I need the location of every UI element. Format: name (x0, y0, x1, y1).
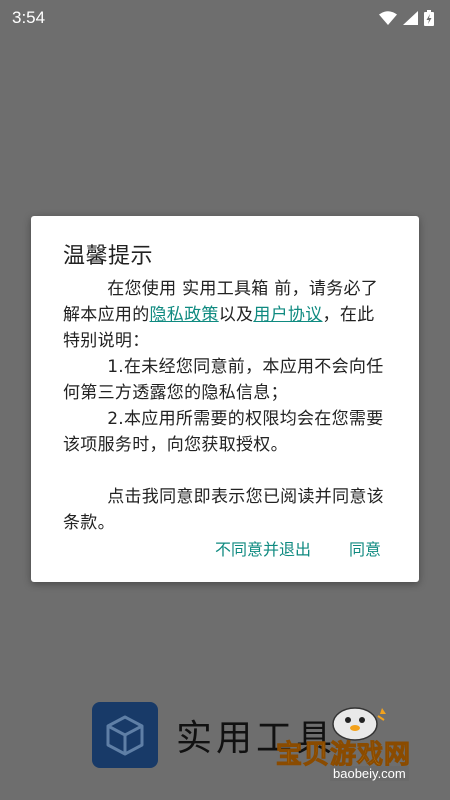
cube-icon (92, 702, 158, 768)
dialog-body: 在您使用 实用工具箱 前，请务必了解本应用的隐私政策以及用户协议，在此特别说明：… (63, 276, 387, 536)
dialog-actions: 不同意并退出 同意 (215, 536, 381, 560)
item-1: 1.在未经您同意前，本应用不会向任何第三方透露您的隐私信息； (63, 357, 384, 403)
agree-button[interactable]: 同意 (349, 536, 381, 560)
watermark-domain: baobeiy.com (330, 766, 409, 781)
battery-charging-icon (424, 10, 434, 26)
watermark: 宝贝游戏网 baobeiy.com (270, 700, 450, 800)
consent-paragraph: 点击我同意即表示您已阅读并同意该条款。 (63, 487, 384, 533)
intro-connector: 以及 (218, 305, 254, 325)
status-bar: 3:54 (0, 0, 450, 36)
wifi-icon (379, 11, 397, 25)
dialog-title: 温馨提示 (63, 244, 154, 269)
user-agreement-link[interactable]: 用户协议 (253, 305, 322, 325)
decline-exit-button[interactable]: 不同意并退出 (215, 536, 311, 560)
privacy-dialog: 温馨提示 在您使用 实用工具箱 前，请务必了解本应用的隐私政策以及用户协议，在此… (31, 216, 419, 582)
item-2: 2.本应用所需要的权限均会在您需要该项服务时，向您获取授权。 (63, 409, 384, 455)
status-time: 3:54 (12, 8, 46, 27)
intro-paragraph: 在您使用 实用工具箱 前，请务必了解本应用的隐私政策以及用户协议，在此特别说明： (63, 276, 387, 354)
status-icons (379, 10, 434, 26)
signal-icon (403, 11, 418, 25)
privacy-policy-link[interactable]: 隐私政策 (150, 305, 219, 325)
